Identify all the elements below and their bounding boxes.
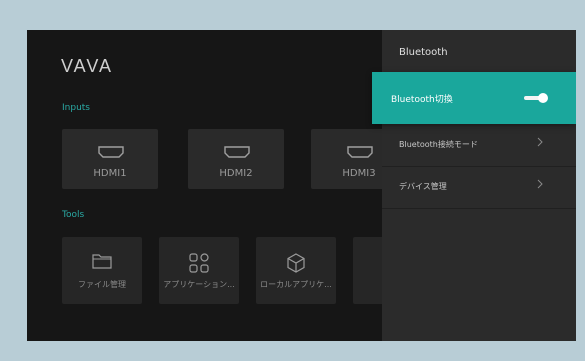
local-apps-card[interactable]: ローカルアプリケ...: [256, 237, 336, 304]
vava-logo: VAVA: [61, 56, 114, 76]
hdmi2-card[interactable]: HDMI2: [188, 129, 284, 189]
bluetooth-connection-mode-item[interactable]: Bluetooth接続モード: [382, 124, 576, 167]
bluetooth-toggle-item[interactable]: Bluetooth切換: [372, 72, 576, 124]
chevron-right-icon: [537, 137, 543, 150]
device-management-item[interactable]: デバイス管理: [382, 166, 576, 209]
bluetooth-toggle-label: Bluetooth切換: [391, 95, 453, 105]
hdmi-port-icon: [224, 143, 250, 162]
bluetooth-toggle-switch[interactable]: [524, 92, 548, 104]
inputs-section-label: Inputs: [62, 103, 90, 113]
bluetooth-connection-mode-label: Bluetooth接続モード: [399, 140, 478, 149]
device-management-label: デバイス管理: [399, 182, 447, 191]
file-manager-card[interactable]: ファイル管理: [62, 237, 142, 304]
tools-section-label: Tools: [62, 210, 85, 220]
projector-screen: VAVA Inputs HDMI1 HDMI2 HDMI3 Tools ファイル…: [27, 30, 576, 341]
applications-label: アプリケーション...: [163, 280, 235, 289]
file-manager-label: ファイル管理: [78, 280, 126, 289]
toggle-knob: [538, 93, 548, 103]
cube-icon: [286, 253, 306, 277]
apps-grid-icon: [189, 253, 209, 277]
applications-card[interactable]: アプリケーション...: [159, 237, 239, 304]
hdmi1-label: HDMI1: [93, 168, 127, 179]
hdmi-port-icon: [98, 143, 124, 162]
local-apps-label: ローカルアプリケ...: [260, 280, 332, 289]
panel-title: Bluetooth: [399, 47, 448, 58]
hdmi1-card[interactable]: HDMI1: [62, 129, 158, 189]
folder-icon: [92, 253, 112, 273]
hdmi-port-icon: [347, 143, 373, 162]
chevron-right-icon: [537, 179, 543, 192]
hdmi2-label: HDMI2: [219, 168, 253, 179]
